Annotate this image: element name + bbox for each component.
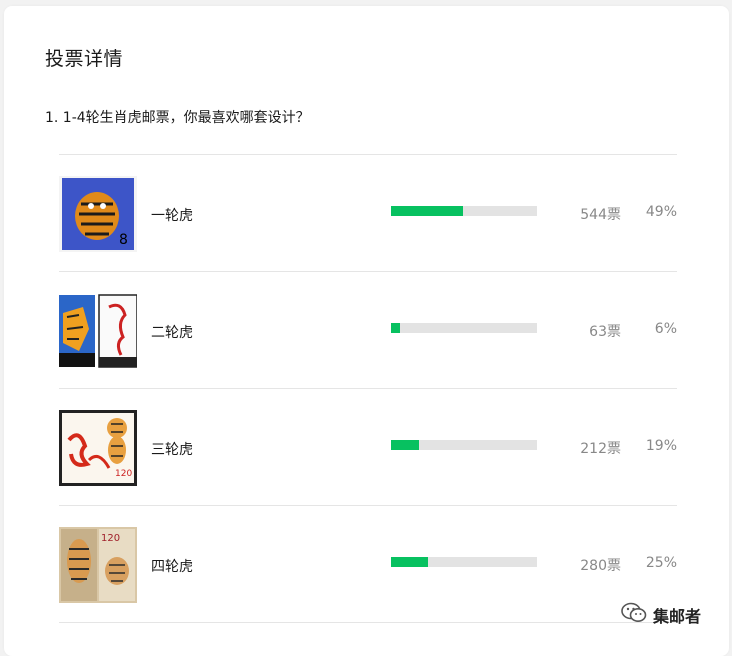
option-label: 一轮虎 bbox=[151, 208, 193, 224]
vote-progress-fill bbox=[391, 557, 428, 567]
vote-count: 212票 bbox=[580, 441, 621, 457]
option-label: 三轮虎 bbox=[151, 442, 193, 458]
vote-progress-fill bbox=[391, 440, 419, 450]
vote-details-card: 投票详情 1. 1-4轮生肖虎邮票，你最喜欢哪套设计？ 8 一轮虎 544票 4… bbox=[4, 6, 729, 656]
vote-progress-bar bbox=[391, 557, 537, 567]
vote-progress-bar bbox=[391, 206, 537, 216]
vote-progress-fill bbox=[391, 323, 400, 333]
vote-progress-bar bbox=[391, 323, 537, 333]
vote-progress-bar bbox=[391, 440, 537, 450]
svg-text:120: 120 bbox=[101, 533, 120, 544]
wechat-icon bbox=[621, 602, 647, 628]
question-text: 1. 1-4轮生肖虎邮票，你最喜欢哪套设计？ bbox=[45, 110, 310, 126]
stamp-thumbnail-3: 120 bbox=[59, 410, 137, 486]
divider bbox=[59, 622, 677, 623]
stamp-thumbnail-2 bbox=[59, 293, 137, 369]
svg-text:120: 120 bbox=[115, 469, 132, 479]
vote-option-4[interactable]: 120 四轮虎 280票 25% bbox=[59, 506, 677, 622]
vote-option-2[interactable]: 二轮虎 63票 6% bbox=[59, 272, 677, 388]
option-label: 二轮虎 bbox=[151, 325, 193, 341]
vote-percent: 6% bbox=[654, 321, 677, 337]
vote-option-3[interactable]: 120 三轮虎 212票 19% bbox=[59, 389, 677, 505]
account-watermark: 集邮者 bbox=[621, 602, 701, 628]
page-title: 投票详情 bbox=[45, 48, 124, 70]
vote-count: 280票 bbox=[580, 558, 621, 574]
vote-option-1[interactable]: 8 一轮虎 544票 49% bbox=[59, 155, 677, 271]
stamp-thumbnail-4: 120 bbox=[59, 527, 137, 603]
account-name: 集邮者 bbox=[653, 607, 702, 626]
vote-percent: 19% bbox=[645, 438, 677, 454]
vote-count: 63票 bbox=[589, 324, 621, 340]
vote-percent: 49% bbox=[645, 204, 677, 220]
vote-progress-fill bbox=[391, 206, 463, 216]
vote-count: 544票 bbox=[580, 207, 621, 223]
stamp-thumbnail-1: 8 bbox=[59, 176, 137, 252]
svg-text:8: 8 bbox=[119, 232, 128, 248]
option-label: 四轮虎 bbox=[151, 559, 193, 575]
vote-percent: 25% bbox=[645, 555, 677, 571]
